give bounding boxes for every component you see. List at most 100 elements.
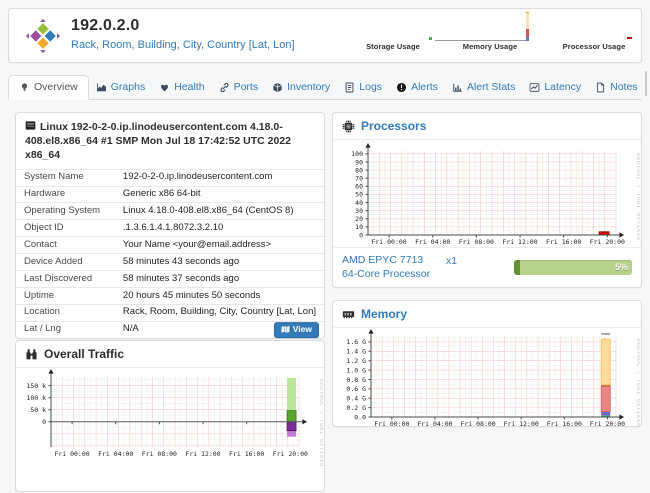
row-label: Device Added: [16, 254, 115, 271]
line-chart-icon: [529, 82, 540, 93]
svg-text:0.0: 0.0: [354, 413, 366, 421]
table-row: Lat / LngN/AView: [16, 321, 324, 337]
processor-name-link[interactable]: AMD EPYC 7713 64-Core Processor: [342, 254, 446, 281]
file-lines-icon: [344, 82, 355, 93]
svg-text:RRDTOOL / TOBI OETIKER: RRDTOOL / TOBI OETIKER: [635, 339, 640, 427]
svg-text:10: 10: [355, 223, 363, 231]
svg-text:Fri 16:00: Fri 16:00: [546, 238, 581, 246]
tab-notes[interactable]: Notes: [588, 76, 644, 99]
svg-text:1.2 G: 1.2 G: [346, 357, 366, 365]
tab-ports[interactable]: Ports: [212, 76, 266, 99]
svg-text:1.6 G: 1.6 G: [346, 338, 366, 346]
row-label: System Name: [16, 169, 115, 186]
svg-text:Fri 12:00: Fri 12:00: [185, 450, 220, 458]
processor-name: AMD EPYC 7713: [342, 254, 446, 268]
tab-actions-group: ⚙ ⋮: [645, 71, 647, 96]
svg-text:0.2 G: 0.2 G: [346, 404, 366, 412]
processor-usage-percent: 5%: [615, 260, 628, 275]
tab-label: Graphs: [111, 81, 145, 93]
svg-text:Fri 08:00: Fri 08:00: [460, 420, 495, 427]
svg-text:Fri 08:00: Fri 08:00: [142, 450, 177, 458]
row-label: Uptime: [16, 288, 115, 305]
processor-usage-label: Processor Usage: [534, 42, 650, 51]
svg-text:Fri 00:00: Fri 00:00: [371, 238, 406, 246]
memory-usage-baseline: [435, 40, 529, 41]
svg-text:50: 50: [355, 191, 363, 199]
tab-graphs[interactable]: Graphs: [89, 76, 152, 99]
device-header-card: 192.0.2.0 Rack, Room, Building, City, Co…: [8, 8, 642, 63]
tab-label: Latency: [544, 81, 581, 93]
svg-text:0.4 G: 0.4 G: [346, 395, 366, 403]
storage-usage-spark: [429, 37, 432, 40]
svg-text:0.6 G: 0.6 G: [346, 385, 366, 393]
svg-text:50 k: 50 k: [30, 406, 46, 414]
svg-text:Fri 20:00: Fri 20:00: [590, 238, 625, 246]
svg-text:RRDTOOL / TOBI OETIKER: RRDTOOL / TOBI OETIKER: [635, 153, 640, 241]
tab-inventory[interactable]: Inventory: [265, 76, 337, 99]
memory-icon: [342, 308, 355, 321]
row-label: Lat / Lng: [16, 321, 115, 337]
row-label: Hardware: [16, 186, 115, 203]
tab-alert-stats[interactable]: Alert Stats: [445, 76, 522, 99]
row-label: Operating System: [16, 203, 115, 220]
row-value: Rack, Room, Building, City, Country [Lat…: [115, 304, 324, 321]
row-label: Contact: [16, 237, 115, 254]
device-title: 192.0.2.0: [71, 17, 140, 35]
svg-text:20: 20: [355, 215, 363, 223]
tab-label: Notes: [610, 81, 637, 93]
row-value: .1.3.6.1.4.1.8072.3.2.10: [115, 220, 324, 237]
lightbulb-icon: [19, 82, 30, 93]
memory-usage-minigraph[interactable]: [435, 11, 533, 41]
tab-label: Alert Stats: [467, 81, 515, 93]
row-value: 20 hours 45 minutes 50 seconds: [115, 288, 324, 305]
svg-text:0: 0: [359, 231, 363, 239]
svg-text:Fri 04:00: Fri 04:00: [415, 238, 450, 246]
overall-traffic-graph[interactable]: 050 k100 k150 kFri 00:00Fri 04:00Fri 08:…: [17, 369, 323, 493]
svg-text:40: 40: [355, 199, 363, 207]
svg-text:100 k: 100 k: [26, 394, 46, 402]
memory-graph[interactable]: 0.00.2 G0.4 G0.6 G0.8 G1.0 G1.2 G1.4 G1.…: [334, 329, 640, 427]
row-value: 192-0-2-0.ip.linodeusercontent.com: [115, 169, 324, 186]
row-value: 58 minutes 37 seconds ago: [115, 271, 324, 288]
device-location-link[interactable]: Rack, Room, Building, City, Country [Lat…: [71, 39, 295, 51]
system-description-text: Linux 192-0-2-0.ip.linodeusercontent.com…: [25, 121, 291, 161]
svg-text:RRDTOOL / TOBI OETIKER: RRDTOOL / TOBI OETIKER: [318, 379, 323, 467]
row-value: N/AView: [115, 321, 324, 337]
view-button[interactable]: View: [274, 322, 319, 338]
table-row: System Name192-0-2-0.ip.linodeuserconten…: [16, 169, 324, 186]
svg-text:0.8 G: 0.8 G: [346, 376, 366, 384]
svg-text:80: 80: [355, 166, 363, 174]
svg-text:0: 0: [42, 418, 46, 426]
table-row: Object ID.1.3.6.1.4.1.8072.3.2.10: [16, 220, 324, 237]
processors-graph[interactable]: 0102030405060708090100Fri 00:00Fri 04:00…: [334, 141, 640, 247]
svg-text:100: 100: [351, 150, 363, 158]
tab-health[interactable]: Health: [152, 76, 211, 99]
note-icon: [595, 82, 606, 93]
table-row: LocationRack, Room, Building, City, Coun…: [16, 304, 324, 321]
processor-usage-minigraph[interactable]: [554, 21, 634, 41]
processors-panel-title: Processors: [361, 119, 426, 133]
tab-logs[interactable]: Logs: [337, 76, 389, 99]
row-value: 58 minutes 43 seconds ago: [115, 254, 324, 271]
storage-usage-minigraph[interactable]: [349, 21, 433, 41]
svg-text:Fri 00:00: Fri 00:00: [54, 450, 89, 458]
row-label: Last Discovered: [16, 271, 115, 288]
tab-label: Inventory: [287, 81, 330, 93]
tab-alerts[interactable]: Alerts: [389, 76, 445, 99]
svg-text:Fri 16:00: Fri 16:00: [229, 450, 264, 458]
table-row: Last Discovered58 minutes 37 seconds ago: [16, 271, 324, 288]
memory-spike-cached: [526, 37, 529, 41]
traffic-panel-title: Overall Traffic: [44, 347, 124, 361]
svg-text:Fri 08:00: Fri 08:00: [459, 238, 494, 246]
tab-latency[interactable]: Latency: [522, 76, 588, 99]
processor-detail: 64-Core Processor: [342, 268, 446, 282]
gear-icon[interactable]: ⚙: [646, 72, 647, 95]
processor-usage-spark: [627, 37, 632, 39]
svg-text:Fri 20:00: Fri 20:00: [273, 450, 308, 458]
svg-text:1.4 G: 1.4 G: [346, 348, 366, 356]
tab-overview[interactable]: Overview: [8, 75, 89, 100]
alert-circle-icon: [396, 82, 407, 93]
row-value: Linux 4.18.0-408.el8.x86_64 (CentOS 8): [115, 203, 324, 220]
overall-traffic-panel: Overall Traffic 050 k100 k150 kFri 00:00…: [15, 340, 325, 492]
memory-panel: Memory 0.00.2 G0.4 G0.6 G0.8 G1.0 G1.2 G…: [332, 300, 642, 427]
